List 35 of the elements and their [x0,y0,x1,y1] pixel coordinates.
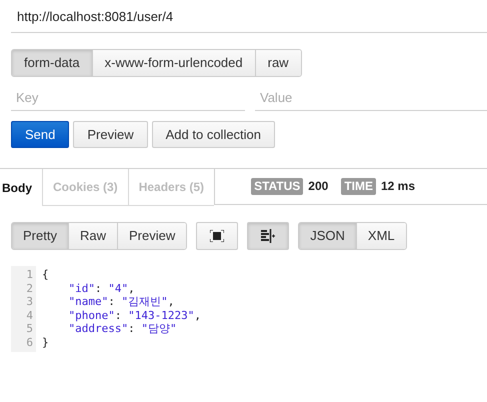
wrap-lines-icon [261,229,276,243]
line-number: 5 [25,322,33,336]
line-number: 2 [25,282,33,295]
view-tab[interactable]: Raw [68,223,117,249]
code-line: "id": "4", [68,282,136,295]
status-label: STATUS [251,178,304,195]
action-button[interactable]: Add to collection [152,121,276,148]
format-tab[interactable]: JSON [299,223,356,249]
code-line: "address": "담양" [68,322,178,336]
time-label: TIME [341,178,376,195]
key-field[interactable]: Key [11,85,245,111]
code-line: "name": "김재빈", [68,295,176,308]
format-tab[interactable]: XML [356,223,406,249]
action-button[interactable]: Preview [73,121,148,148]
code-line: "phone": "143-1223", [68,308,201,322]
code-line: { [42,268,50,282]
fullscreen-button[interactable] [196,222,238,250]
code-line: } [42,336,50,349]
line-number: 6 [25,336,33,349]
time-value: 12 ms [380,178,416,195]
mode-button[interactable]: form-data [12,50,92,76]
line-number: 4 [25,308,33,322]
send-button[interactable]: Send [11,121,70,148]
line-number: 1 [25,268,33,282]
url-field[interactable]: http://localhost:8081/user/4 [11,0,487,33]
status-code: 200 [308,178,328,195]
wrap-lines-button[interactable] [247,222,290,250]
view-tab[interactable]: Pretty [12,223,68,249]
mode-button[interactable]: raw [254,50,301,76]
mode-button[interactable]: x-www-form-urlencoded [92,50,255,76]
fullscreen-icon [210,230,224,242]
view-tab[interactable]: Preview [116,223,186,249]
response-tab[interactable]: Body [0,169,42,206]
value-field[interactable]: Value [255,85,487,111]
line-number: 3 [25,295,33,308]
